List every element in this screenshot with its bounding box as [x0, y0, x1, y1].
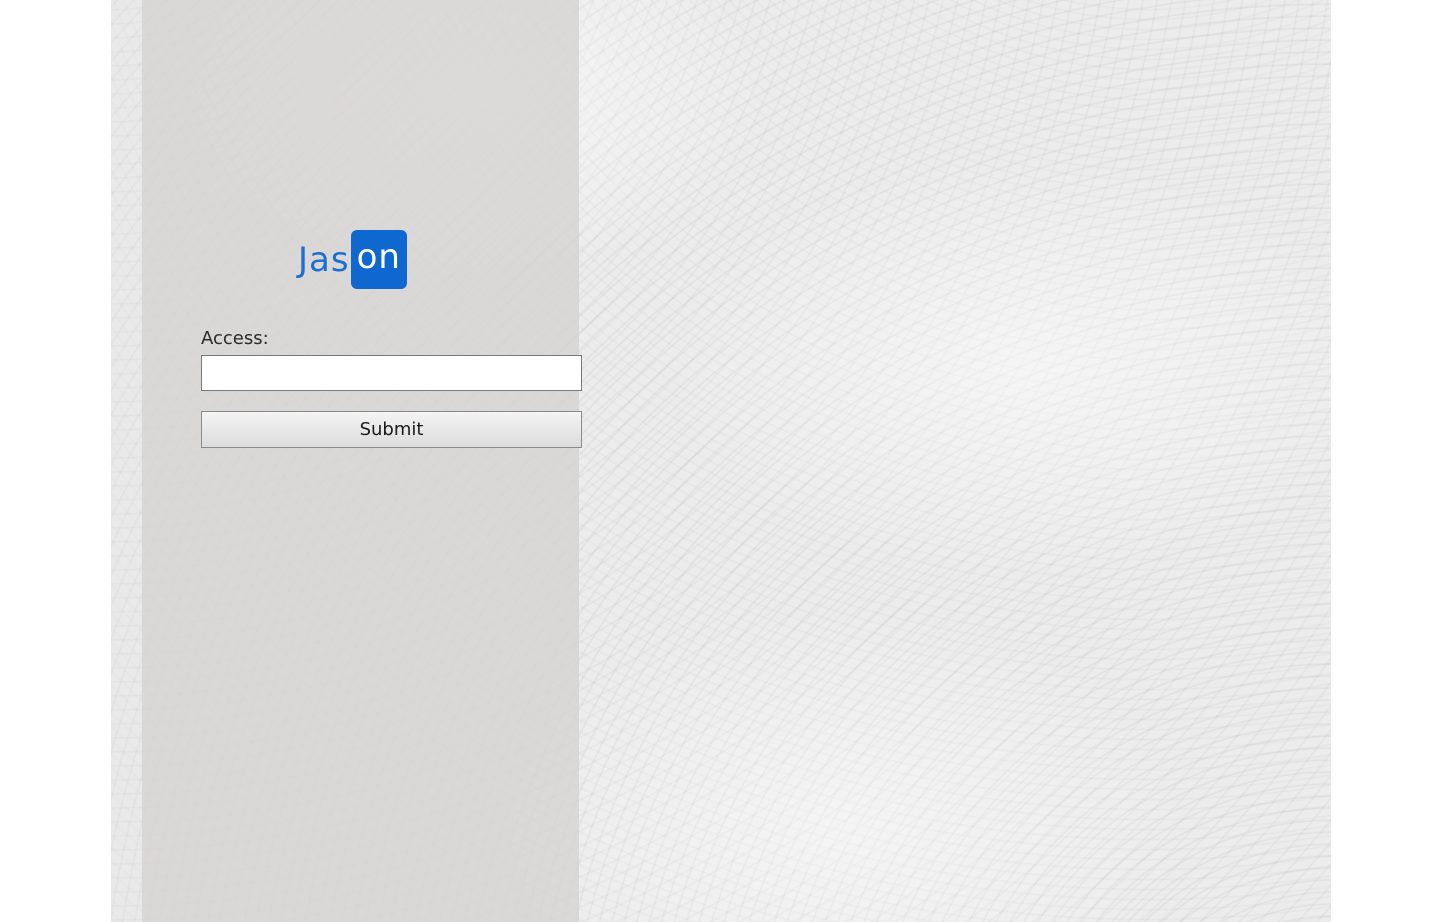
page: Jas on Access: Submit: [0, 0, 1443, 922]
logo-text-plain: Jas: [298, 239, 350, 280]
access-input[interactable]: [201, 355, 582, 391]
background-edge-strip: [111, 0, 142, 922]
brand-logo: Jas on: [298, 230, 407, 289]
logo-text-highlight: on: [350, 230, 407, 289]
login-panel: Jas on Access: Submit: [142, 0, 582, 922]
textured-background: Jas on Access: Submit: [111, 0, 1331, 922]
access-label: Access:: [201, 328, 269, 349]
access-form: Access: Submit: [201, 326, 582, 448]
submit-button[interactable]: Submit: [201, 411, 582, 448]
